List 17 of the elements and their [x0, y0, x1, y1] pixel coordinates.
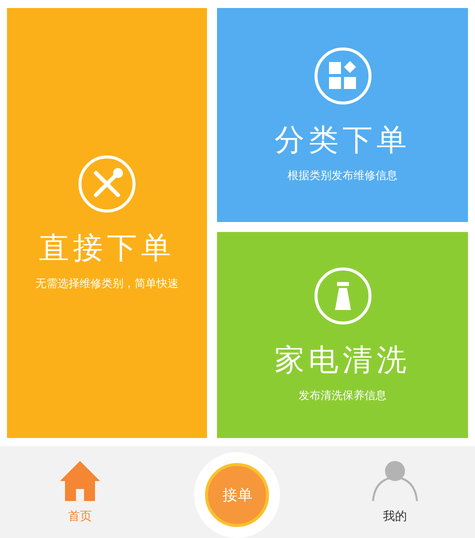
spray-bottle-icon — [312, 266, 372, 326]
grid-icon — [312, 46, 372, 106]
nav-tab[interactable]: 首页 — [34, 459, 125, 525]
tile-subtitle: 根据类别发布维修信息 — [288, 168, 398, 184]
user-icon — [370, 459, 420, 503]
home-icon — [58, 459, 101, 503]
tools-icon — [77, 154, 137, 214]
tile-subtitle: 无需选择维修类别，简单快速 — [36, 276, 178, 292]
take-order-button[interactable]: 接单 — [205, 463, 270, 527]
category-tile[interactable]: 家电清洗 发布清洗保养信息 — [217, 232, 468, 438]
category-tile[interactable]: 直接下单 无需选择维修类别，简单快速 — [7, 8, 207, 438]
tile-subtitle: 发布清洗保养信息 — [298, 388, 386, 404]
tile-title: 直接下单 — [39, 230, 175, 268]
category-tile[interactable]: 分类下单 根据类别发布维修信息 — [217, 8, 468, 222]
tile-title: 家电清洗 — [274, 342, 410, 380]
tile-title: 分类下单 — [274, 122, 410, 160]
nav-tab[interactable]: 我的 — [350, 459, 440, 525]
